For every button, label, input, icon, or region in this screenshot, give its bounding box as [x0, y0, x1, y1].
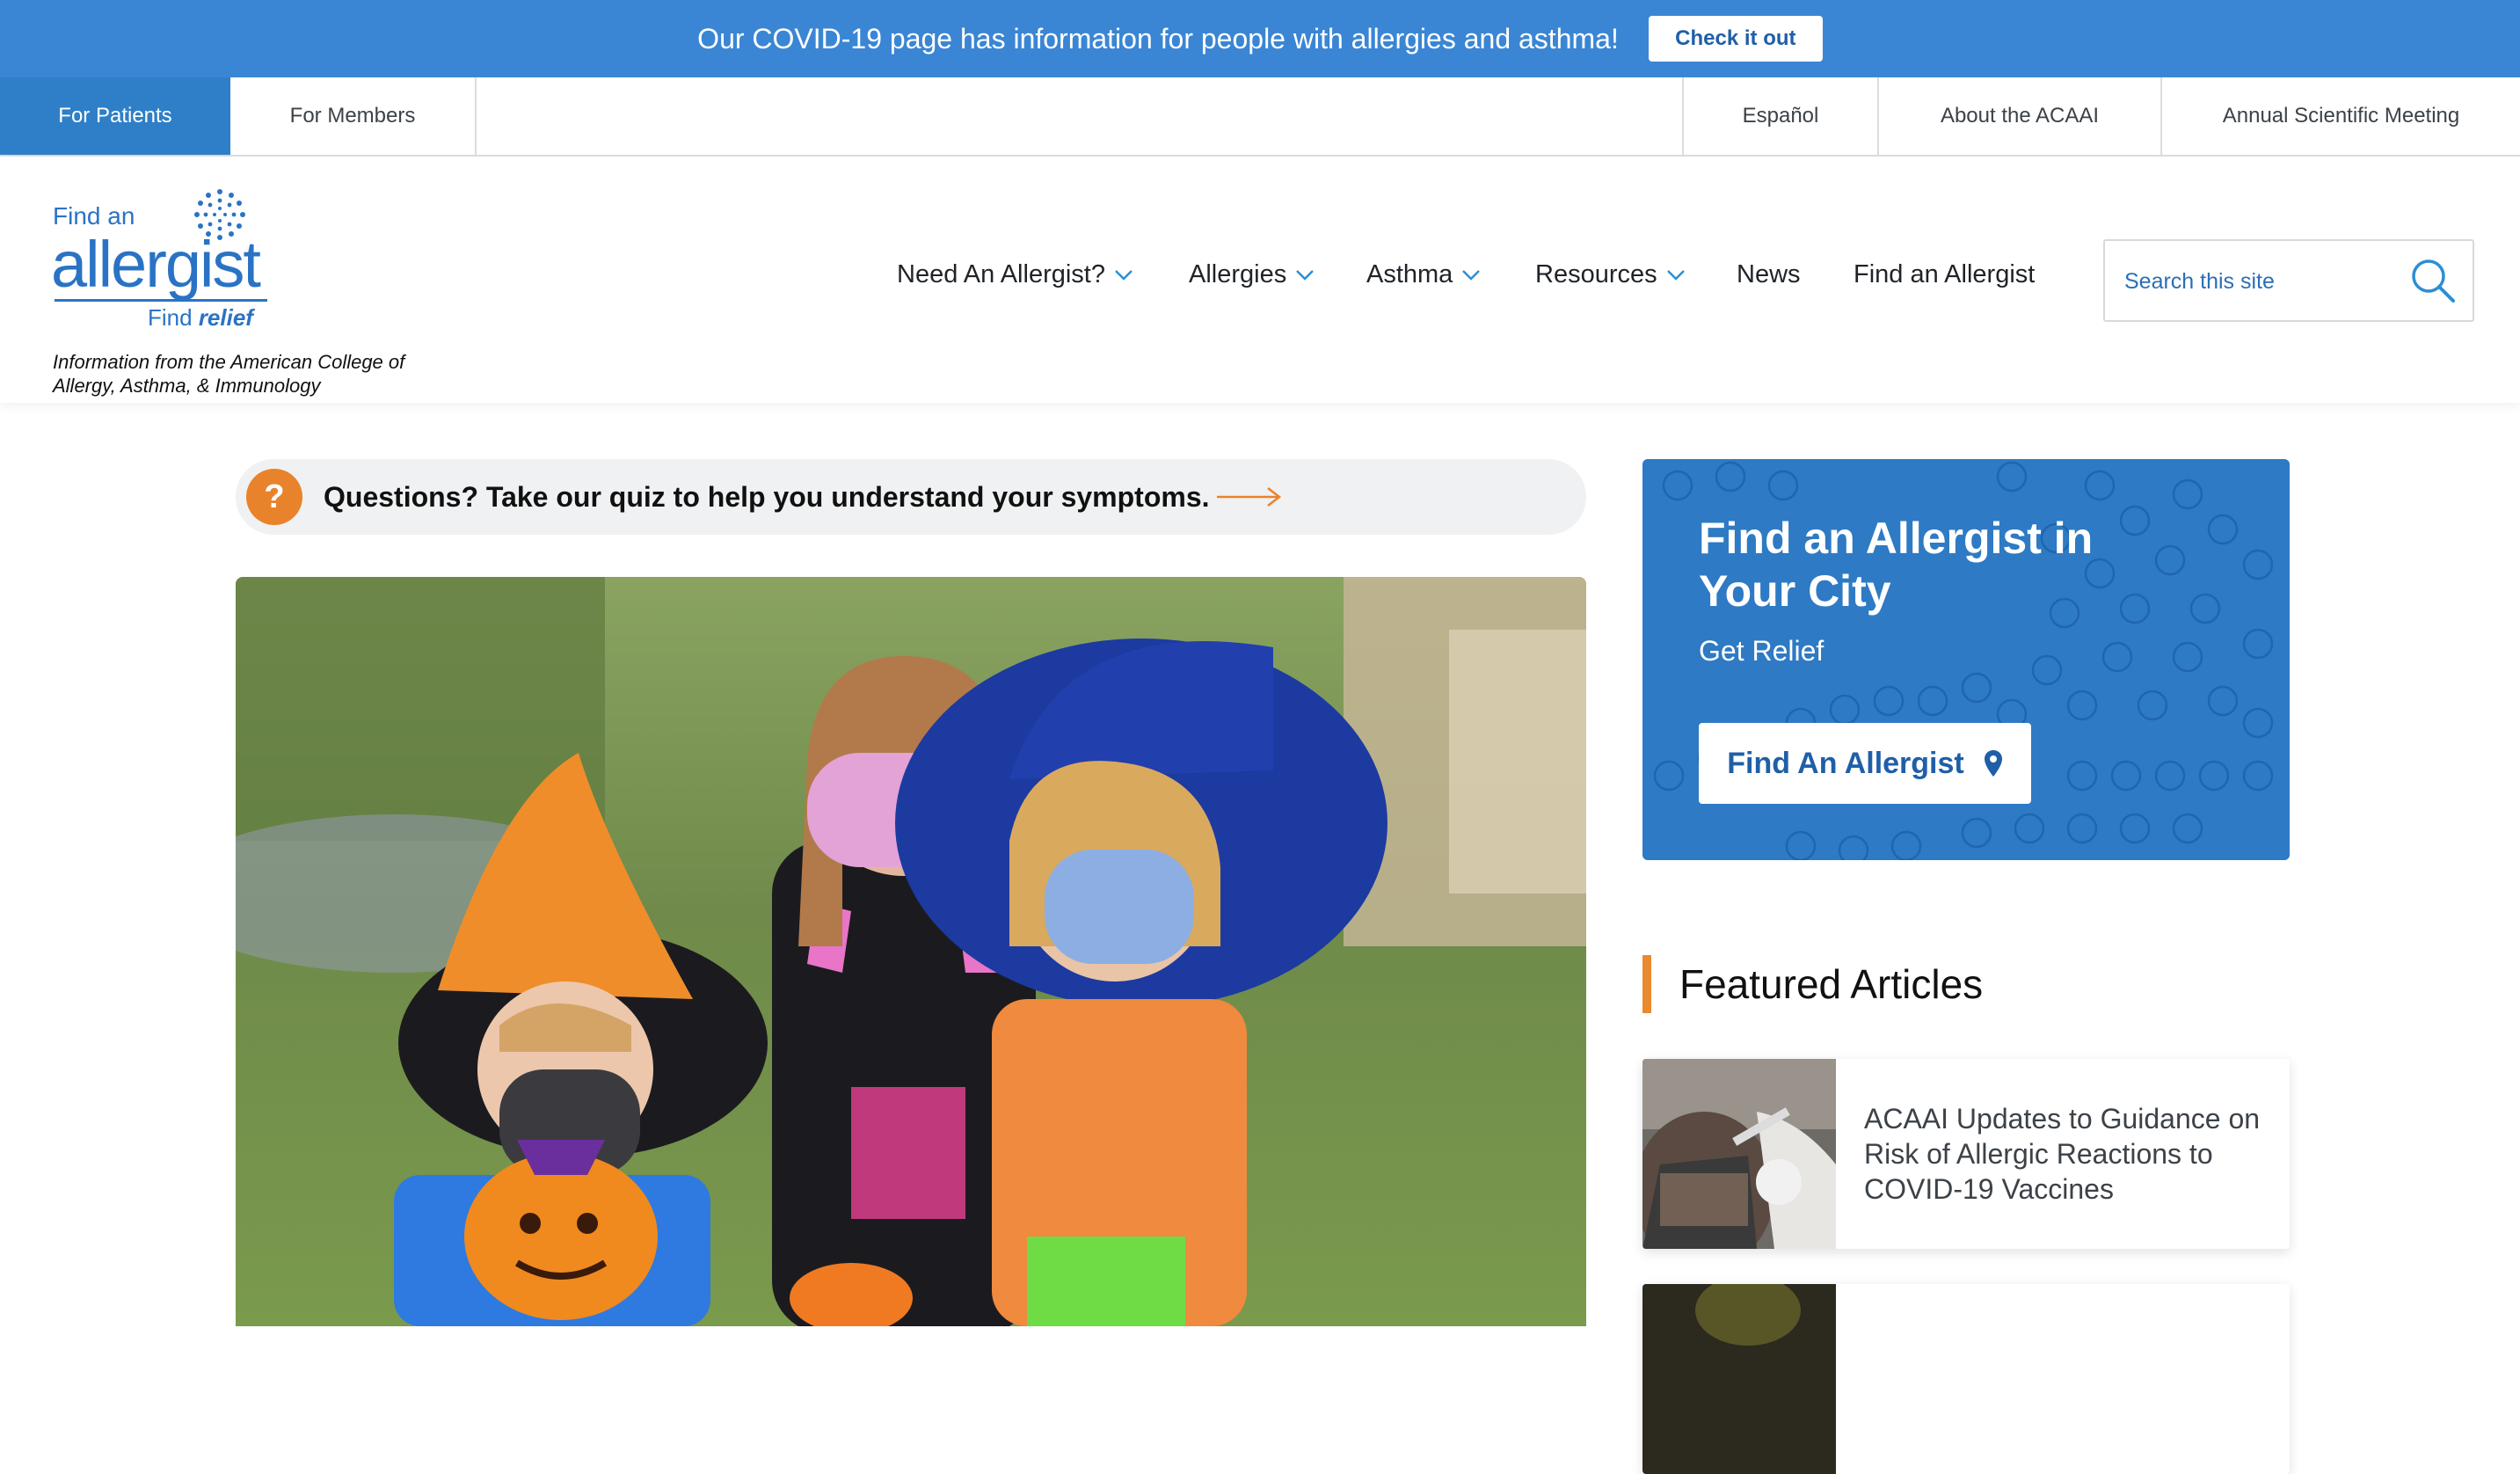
logo-underline: [55, 299, 267, 302]
chevron-down-icon: [1666, 269, 1686, 281]
article-card[interactable]: [1642, 1284, 2290, 1474]
utility-nav: For Patients For Members Español About t…: [0, 77, 2520, 157]
tab-for-members[interactable]: For Members: [230, 77, 475, 155]
chevron-down-icon: [1295, 269, 1315, 281]
card-title: Find an Allergist in Your City: [1699, 512, 2156, 617]
logo-find-relief: Find relief: [148, 304, 253, 332]
logo-find: Find: [148, 304, 193, 331]
site-header: Find an allergist Find relief Informatio…: [0, 157, 2520, 403]
hero-image: [236, 577, 1586, 1326]
article-thumbnail: [1642, 1059, 1836, 1249]
nav-label: Resources: [1535, 260, 1657, 289]
chevron-down-icon: [1461, 269, 1481, 281]
card-subtitle: Get Relief: [1699, 635, 1824, 668]
nav-find-an-allergist[interactable]: Find an Allergist: [1854, 260, 2035, 289]
logo-allergist: allergist: [51, 227, 259, 302]
article-thumbnail: [1642, 1284, 1836, 1474]
banner-message: Our COVID-19 page has information for pe…: [697, 23, 1619, 55]
nav-label: Asthma: [1366, 260, 1453, 289]
find-an-allergist-button[interactable]: Find An Allergist: [1699, 723, 2031, 804]
site-search: [2103, 239, 2474, 322]
logo-tagline: Information from the American College of…: [53, 350, 440, 398]
site-logo[interactable]: Find an allergist Find relief Informatio…: [53, 183, 422, 385]
article-title: ACAAI Updates to Guidance on Risk of All…: [1864, 1101, 2269, 1207]
nav-allergies[interactable]: Allergies: [1189, 260, 1315, 289]
nav-label: News: [1737, 260, 1801, 289]
question-mark-icon: ?: [246, 469, 302, 525]
check-it-out-button[interactable]: Check it out: [1649, 16, 1823, 62]
chevron-down-icon: [1114, 269, 1133, 281]
nav-label: Allergies: [1189, 260, 1286, 289]
nav-news[interactable]: News: [1737, 260, 1801, 289]
nav-resources[interactable]: Resources: [1535, 260, 1686, 289]
logo-relief: relief: [199, 304, 253, 331]
search-icon[interactable]: [2409, 257, 2457, 304]
hero-illustration: [236, 577, 1586, 1326]
nav-need-an-allergist[interactable]: Need An Allergist?: [897, 260, 1133, 289]
map-pin-icon: [1984, 749, 2003, 777]
featured-articles-heading: Featured Articles: [1679, 955, 1983, 1013]
find-allergist-card: Find an Allergist in Your City Get Relie…: [1642, 459, 2290, 860]
covid-banner: Our COVID-19 page has information for pe…: [0, 0, 2520, 77]
symptom-quiz-link[interactable]: ? Questions? Take our quiz to help you u…: [236, 459, 1586, 535]
search-input[interactable]: [2123, 241, 2407, 322]
button-label: Find An Allergist: [1727, 747, 1963, 781]
tab-for-patients[interactable]: For Patients: [0, 77, 230, 155]
article-card[interactable]: ACAAI Updates to Guidance on Risk of All…: [1642, 1059, 2290, 1249]
nav-asthma[interactable]: Asthma: [1366, 260, 1481, 289]
tab-about-acaai[interactable]: About the ACAAI: [1879, 77, 2160, 155]
tab-annual-meeting[interactable]: Annual Scientific Meeting: [2162, 77, 2520, 155]
nav-label: Find an Allergist: [1854, 260, 2035, 289]
divider: [475, 77, 477, 155]
nav-label: Need An Allergist?: [897, 260, 1105, 289]
tab-espanol[interactable]: Español: [1684, 77, 1877, 155]
featured-accent-bar: [1642, 955, 1651, 1013]
quiz-text: Questions? Take our quiz to help you und…: [324, 459, 1210, 535]
arrow-right-icon: [1217, 487, 1282, 507]
